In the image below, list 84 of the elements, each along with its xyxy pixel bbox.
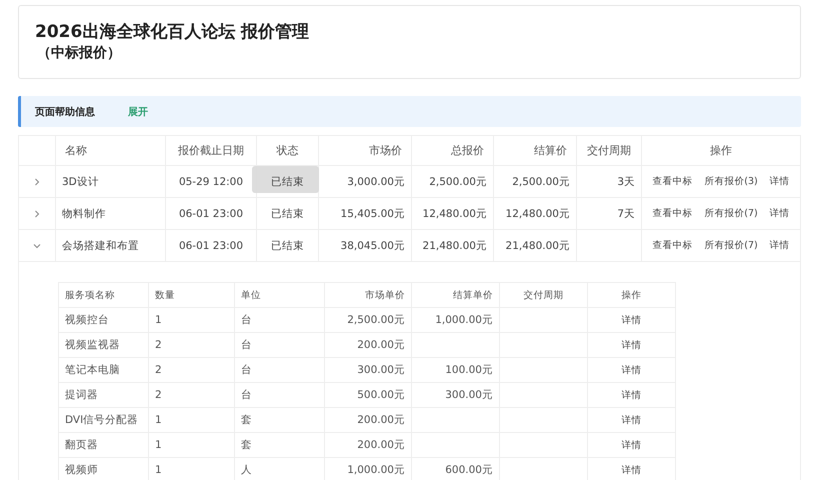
detail-link[interactable]: 详情 (622, 440, 642, 450)
table-cell: 1 (148, 408, 234, 432)
page-subtitle: （中标报价） (37, 44, 122, 63)
page-title: 2026出海全球化百人论坛 报价管理 (35, 21, 310, 43)
table-cell: 200.00元 (324, 408, 412, 432)
detail-link[interactable]: 详情 (622, 340, 642, 350)
table-cell: 台 (234, 332, 324, 358)
action-link[interactable]: 所有报价(7) (704, 240, 758, 251)
table-cell: 1 (148, 432, 234, 458)
table-cell: 提词器 (58, 382, 148, 408)
action-link[interactable]: 查看中标 (652, 208, 692, 219)
column-header: 操作 (588, 282, 676, 308)
table-cell: 视频师 (58, 458, 148, 480)
table-cell: 3天 (617, 176, 635, 188)
table-cell: 2,500.00元 (412, 166, 494, 198)
status-text: 已结束 (271, 176, 304, 188)
table-cell: 笔记本电脑 (58, 358, 148, 382)
detail-link[interactable]: 详情 (622, 464, 642, 476)
status-text: 已结束 (271, 240, 304, 252)
table-cell: 100.00元 (445, 364, 493, 376)
table-cell: 1 (148, 308, 234, 332)
status-text: 已结束 (271, 208, 304, 220)
column-header: 结算价 (494, 136, 576, 166)
table-cell: 38,045.00元 (318, 230, 412, 262)
table-cell: 21,480.00元 (494, 230, 576, 262)
table-cell: 2 (148, 332, 234, 358)
action-link[interactable]: 所有报价(3) (704, 176, 758, 187)
table-cell: 06-01 23:00 (166, 230, 256, 262)
table-cell: 12,480.00元 (412, 198, 494, 230)
table-cell: 21,480.00元 (412, 230, 494, 262)
expand-chevron-icon[interactable] (33, 210, 41, 218)
column-header: 数量 (148, 282, 234, 308)
column-header: 名称 (56, 136, 166, 166)
table-cell: 500.00元 (324, 382, 412, 408)
table-cell: 套 (234, 408, 324, 432)
column-header: 交付周期 (500, 282, 588, 308)
column-header: 交付周期 (576, 136, 642, 166)
table-cell: 会场搭建和布置 (56, 230, 166, 262)
column-header: 市场价 (318, 136, 412, 166)
help-label: 页面帮助信息 (35, 106, 95, 118)
table-cell: 600.00元 (445, 464, 493, 476)
table-cell: 2,500.00元 (324, 308, 412, 332)
action-link[interactable]: 详情 (770, 208, 790, 219)
table-cell: 物料制作 (56, 198, 166, 230)
column-header: 操作 (642, 136, 800, 166)
column-header: 结算单价 (412, 282, 500, 308)
table-cell: 300.00元 (445, 389, 493, 401)
table-cell: 3D设计 (56, 166, 166, 198)
table-cell: 3,000.00元 (318, 166, 412, 198)
table-cell: 200.00元 (324, 332, 412, 358)
action-link[interactable]: 查看中标 (652, 240, 692, 251)
table-cell: 套 (234, 432, 324, 458)
table-cell: 2,500.00元 (494, 166, 576, 198)
expand-chevron-icon[interactable] (33, 242, 41, 250)
detail-link[interactable]: 详情 (622, 364, 642, 376)
table-cell: 台 (234, 358, 324, 382)
action-link[interactable]: 详情 (770, 176, 790, 187)
action-link[interactable]: 所有报价(7) (704, 208, 758, 219)
table-cell: 2 (148, 358, 234, 382)
table-cell: 15,405.00元 (318, 198, 412, 230)
table-cell: 翻页器 (58, 432, 148, 458)
column-header: 单位 (234, 282, 324, 308)
table-cell: 06-01 23:00 (166, 198, 256, 230)
table-cell: 7天 (617, 208, 635, 220)
detail-link[interactable]: 详情 (622, 314, 642, 326)
table-cell: 视频控台 (58, 308, 148, 332)
column-header: 服务项名称 (58, 282, 148, 308)
detail-link[interactable]: 详情 (622, 390, 642, 400)
column-header: 报价截止日期 (166, 136, 256, 166)
table-cell: 1,000.00元 (435, 314, 493, 326)
table-cell: 2 (148, 382, 234, 408)
column-header: 市场单价 (324, 282, 412, 308)
table-cell: 台 (234, 308, 324, 332)
table-cell: 视频监视器 (58, 332, 148, 358)
expand-chevron-icon[interactable] (33, 178, 41, 186)
action-link[interactable]: 查看中标 (652, 176, 692, 187)
table-cell: 200.00元 (324, 432, 412, 458)
table-cell: DVI信号分配器 (58, 408, 148, 432)
column-header: 总报价 (412, 136, 494, 166)
action-link[interactable]: 详情 (770, 240, 790, 251)
table-cell: 12,480.00元 (494, 198, 576, 230)
detail-link[interactable]: 详情 (622, 414, 642, 426)
table-cell: 台 (234, 382, 324, 408)
table-cell: 300.00元 (324, 358, 412, 382)
